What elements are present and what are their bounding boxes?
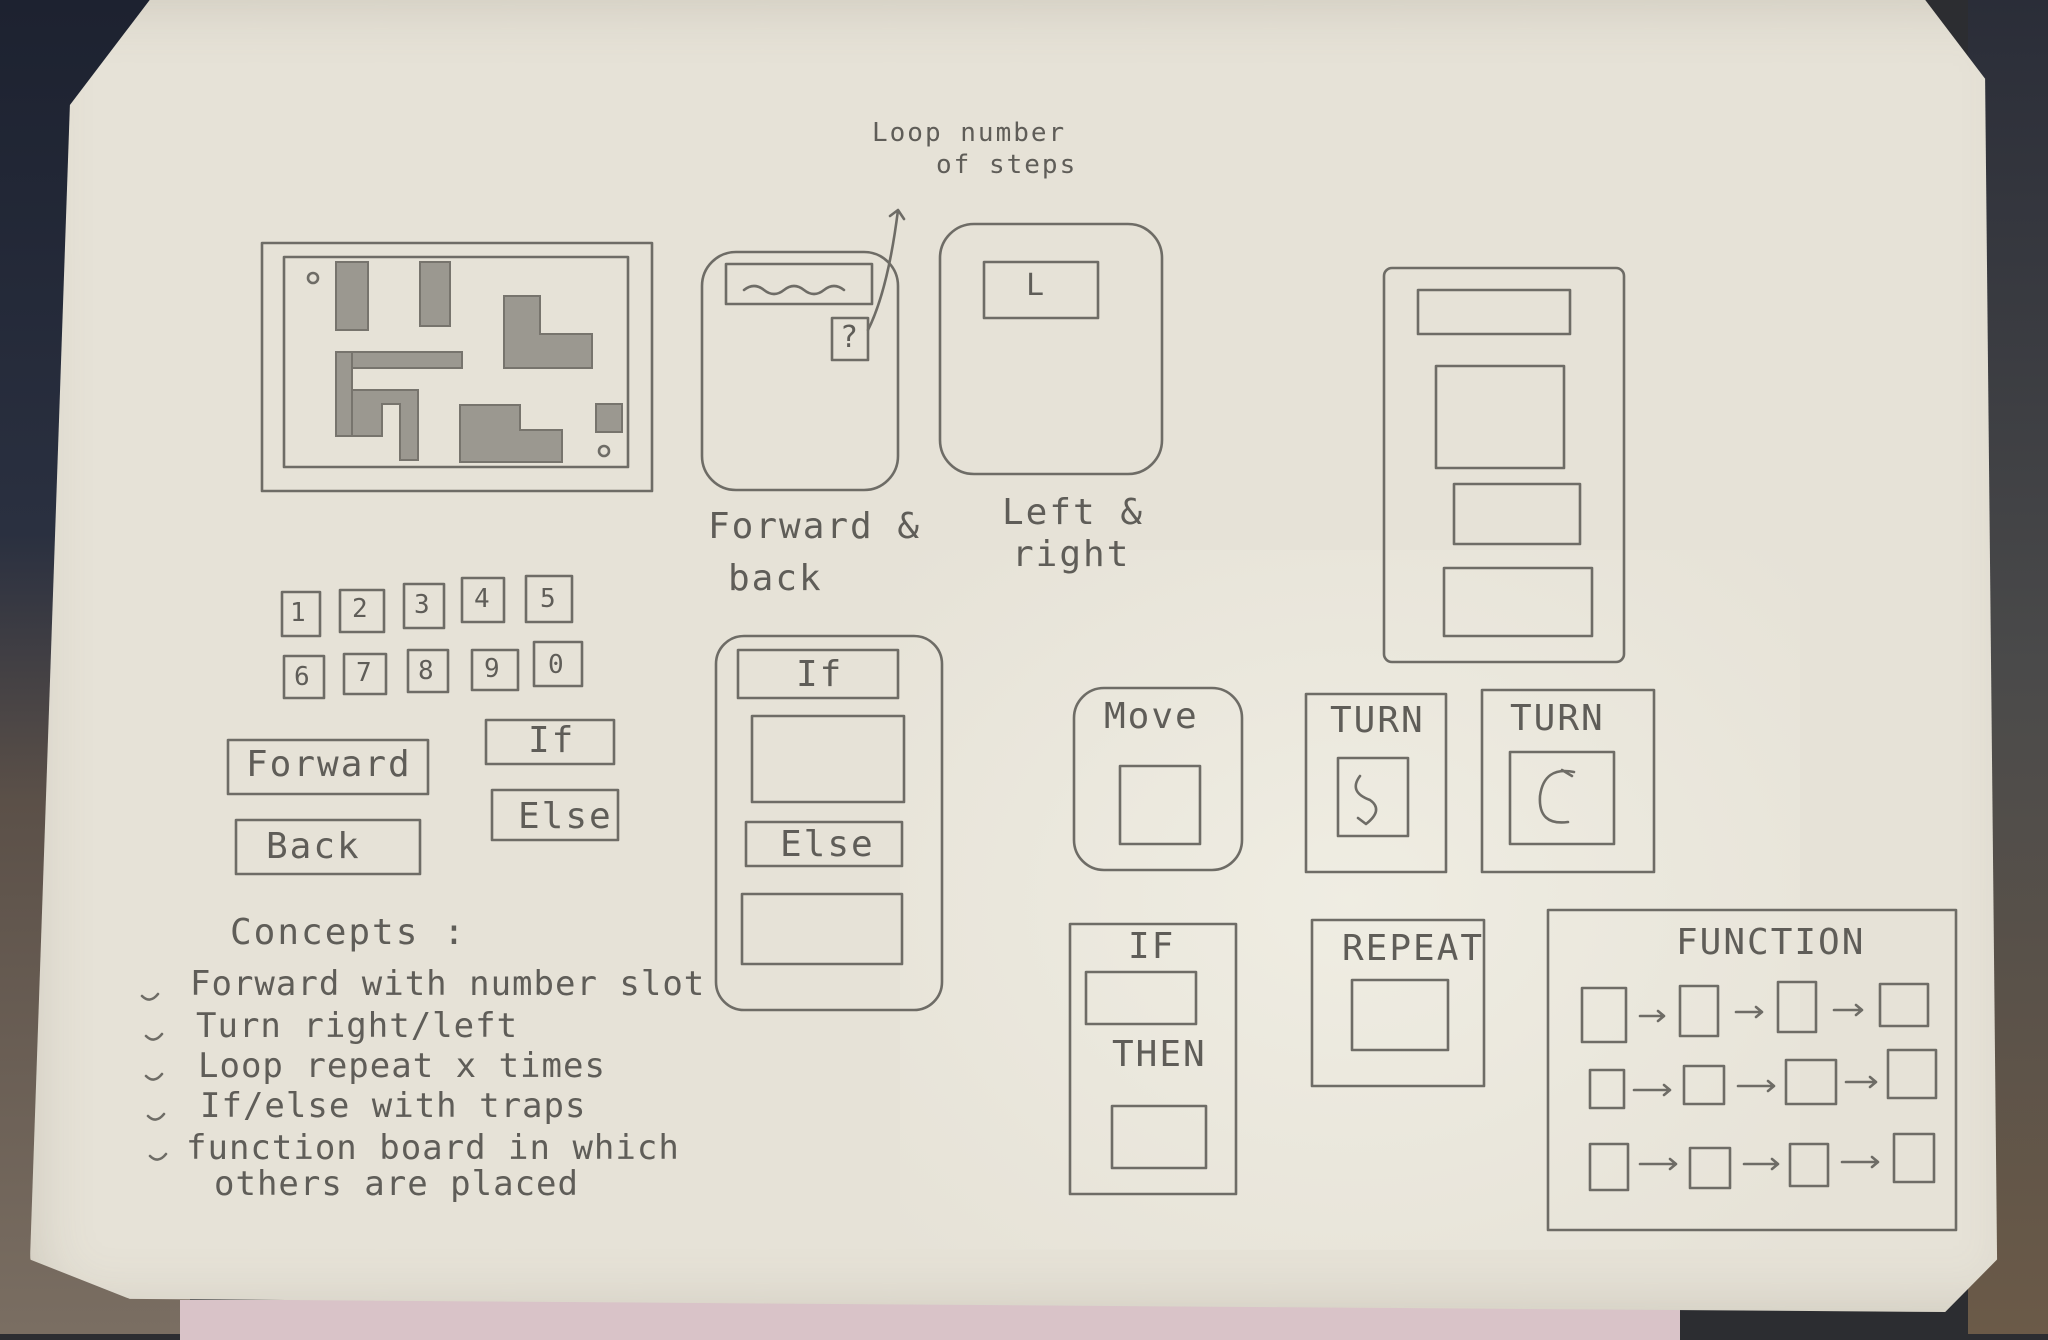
number-tile-7: 7 <box>356 658 374 688</box>
forward-back-label-line1: Forward & <box>708 506 922 547</box>
number-tile-0: 0 <box>548 650 566 680</box>
left-right-label-line2: right <box>1012 534 1131 575</box>
concept-item-5: function board in which <box>186 1128 680 1168</box>
number-tile-2: 2 <box>352 594 370 624</box>
number-tile-4: 4 <box>474 584 492 614</box>
word-block-back: Back <box>266 826 361 867</box>
maze-sketch <box>260 241 654 493</box>
left-right-label-line1: Left & <box>1002 492 1145 533</box>
word-block-else: Else <box>518 796 613 837</box>
concept-item-4: If/else with traps <box>200 1086 587 1126</box>
concept-bullets-sketch <box>140 992 168 1161</box>
number-tile-6: 6 <box>294 662 312 692</box>
word-block-forward: Forward <box>246 744 412 785</box>
concept-item-6: others are placed <box>214 1164 579 1204</box>
if-else-card-if: If <box>796 654 844 695</box>
turn-left-block-label: TURN <box>1330 700 1425 741</box>
move-block-label: Move <box>1104 696 1199 737</box>
forward-back-label-line2: back <box>728 558 823 599</box>
number-tile-8: 8 <box>418 656 436 686</box>
number-tile-3: 3 <box>414 590 432 620</box>
forward-back-card-sketch <box>700 208 906 492</box>
word-block-if: If <box>528 720 576 761</box>
concept-item-2: Turn right/left <box>196 1006 519 1046</box>
number-tile-9: 9 <box>484 654 502 684</box>
loop-note-line1: Loop number <box>872 118 1067 148</box>
function-board-label: FUNCTION <box>1676 922 1866 963</box>
forward-back-slot: ? <box>840 320 861 355</box>
concept-item-1: Forward with number slot <box>190 964 706 1004</box>
concept-item-3: Loop repeat x times <box>198 1046 606 1086</box>
vertical-board-sketch <box>1382 266 1626 664</box>
then-block-label: THEN <box>1112 1034 1207 1075</box>
number-tile-5: 5 <box>540 584 558 614</box>
turn-right-block-label: TURN <box>1510 698 1605 739</box>
number-tile-1: 1 <box>290 598 308 628</box>
left-right-slot: L <box>1026 268 1047 303</box>
loop-note-line2: of steps <box>936 150 1078 180</box>
left-right-card-sketch <box>938 222 1164 476</box>
if-else-card-else: Else <box>780 824 875 865</box>
concepts-title: Concepts : <box>230 912 467 953</box>
if-block-label: IF <box>1128 926 1176 967</box>
repeat-block-label: REPEAT <box>1342 928 1485 969</box>
